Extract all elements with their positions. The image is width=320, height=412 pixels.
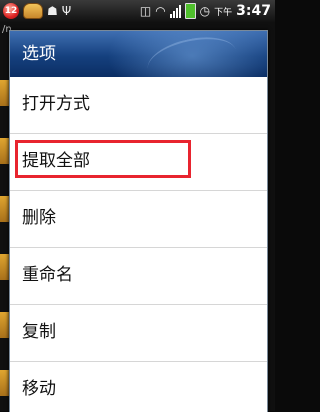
- options-dialog: 选项 打开方式 提取全部 删除 重命名 复制 移动: [9, 30, 268, 412]
- signal-icon: [169, 4, 181, 18]
- battery-icon: [184, 3, 196, 19]
- menu-item-label: 重命名: [22, 265, 73, 285]
- menu-item-extract-all[interactable]: 提取全部: [10, 134, 267, 191]
- menu-item-label: 打开方式: [22, 94, 90, 114]
- menu-item-label: 删除: [22, 208, 56, 228]
- menu-item-label: 复制: [22, 322, 56, 342]
- menu-item-label: 移动: [22, 379, 56, 399]
- vibrate-icon: ◫: [139, 4, 152, 18]
- notification-badge[interactable]: 12: [3, 3, 19, 19]
- menu-item-open-with[interactable]: 打开方式: [10, 77, 267, 134]
- menu-item-label: 提取全部: [22, 151, 90, 171]
- android-debug-icon: ☗: [47, 4, 58, 18]
- burger-icon: [23, 3, 43, 19]
- status-bar: 12 ☗ Ψ ◫ ◠ ◷ 下午 3:47: [0, 0, 275, 22]
- clock-time: 3:47: [236, 3, 271, 19]
- options-menu: 打开方式 提取全部 删除 重命名 复制 移动: [10, 77, 267, 412]
- dialog-header: 选项: [10, 31, 267, 77]
- menu-item-copy[interactable]: 复制: [10, 305, 267, 362]
- usb-icon: Ψ: [61, 4, 72, 18]
- ampm-label: 下午: [214, 7, 233, 18]
- dialog-title: 选项: [22, 44, 56, 64]
- menu-item-move[interactable]: 移动: [10, 362, 267, 412]
- alarm-icon: ◷: [199, 4, 211, 18]
- menu-item-delete[interactable]: 删除: [10, 191, 267, 248]
- menu-item-rename[interactable]: 重命名: [10, 248, 267, 305]
- wifi-icon: ◠: [155, 4, 166, 18]
